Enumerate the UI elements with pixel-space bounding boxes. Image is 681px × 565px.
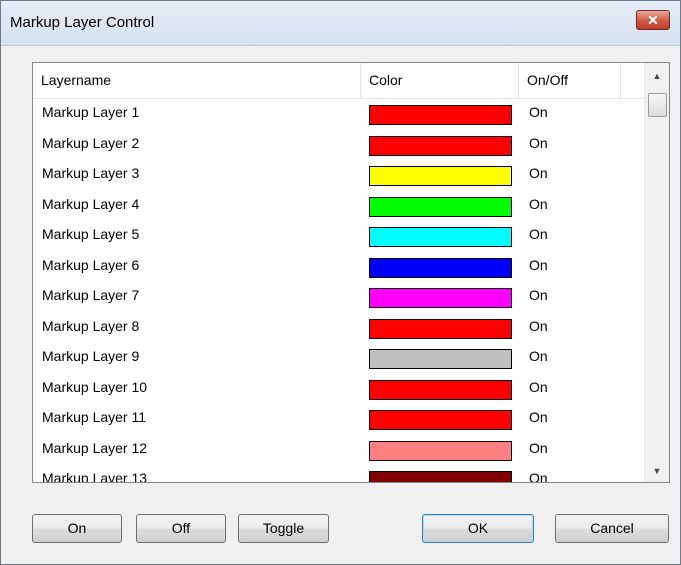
layer-state[interactable]: On [529, 379, 548, 395]
layer-name: Markup Layer 11 [42, 409, 147, 425]
color-swatch[interactable] [369, 227, 512, 247]
color-swatch[interactable] [369, 166, 512, 186]
window-title: Markup Layer Control [10, 14, 155, 31]
layer-state[interactable]: On [529, 226, 548, 242]
table-row[interactable]: Markup Layer 11 On [33, 404, 645, 435]
layer-name: Markup Layer 12 [42, 439, 148, 456]
column-header-onoff[interactable]: On/Off [519, 63, 621, 98]
ok-button[interactable]: OK [422, 514, 534, 543]
layer-state[interactable]: On [529, 287, 548, 303]
on-button[interactable]: On [32, 514, 122, 543]
layer-name: Markup Layer 10 [42, 378, 148, 395]
layer-name: Markup Layer 8 [42, 317, 140, 334]
table-row[interactable]: Markup Layer 12 On [33, 435, 645, 466]
table-row[interactable]: Markup Layer 10 On [33, 374, 645, 405]
layer-state[interactable]: On [529, 318, 548, 334]
table-row[interactable]: Markup Layer 8 On [33, 313, 645, 344]
layer-state[interactable]: On [529, 257, 548, 273]
layer-state[interactable]: On [529, 165, 548, 181]
color-swatch[interactable] [369, 440, 512, 461]
layer-state[interactable]: On [529, 196, 548, 212]
cancel-button[interactable]: Cancel [555, 514, 669, 543]
color-swatch[interactable] [369, 471, 512, 482]
color-swatch[interactable] [369, 135, 512, 156]
close-button[interactable]: ✕ [636, 10, 670, 30]
scroll-thumb[interactable] [648, 93, 667, 117]
layer-state[interactable]: On [529, 440, 548, 456]
color-swatch[interactable] [369, 288, 512, 308]
layer-name: Markup Layer 5 [42, 226, 140, 242]
layer-rows: Markup Layer 1 On Markup Layer 2 On Markup L… [33, 99, 645, 483]
table-row[interactable]: Markup Layer 7 On [33, 282, 645, 313]
color-swatch[interactable] [369, 379, 512, 400]
table-row[interactable]: Markup Layer 3 On [33, 160, 645, 191]
off-button[interactable]: Off [136, 514, 226, 543]
layer-state[interactable]: On [529, 348, 548, 364]
column-header-color[interactable]: Color [361, 63, 519, 98]
color-swatch[interactable] [369, 349, 512, 369]
layer-name: Markup Layer 7 [42, 287, 140, 303]
table-row[interactable]: Markup Layer 5 On [33, 221, 645, 252]
markup-layer-dialog: Markup Layer Control ✕ Layername Color O… [0, 0, 681, 565]
layer-name: Markup Layer 6 [42, 256, 140, 273]
title-bar: Markup Layer Control ✕ [1, 1, 680, 46]
table-row[interactable]: Markup Layer 13 On [33, 465, 645, 483]
scroll-up-icon[interactable]: ▲ [645, 65, 669, 87]
layer-name: Markup Layer 13 [42, 470, 148, 483]
column-header-layername[interactable]: Layername [33, 63, 361, 98]
layer-state[interactable]: On [529, 409, 548, 425]
layer-state[interactable]: On [529, 135, 548, 151]
table-row[interactable]: Markup Layer 2 On [33, 130, 645, 161]
vertical-scrollbar[interactable]: ▲ ▼ [644, 63, 669, 482]
layer-name: Markup Layer 1 [42, 104, 140, 120]
table-row[interactable]: Markup Layer 6 On [33, 252, 645, 283]
color-swatch[interactable] [369, 105, 512, 125]
layer-state[interactable]: On [529, 470, 548, 482]
scroll-down-icon[interactable]: ▼ [645, 460, 669, 482]
color-swatch[interactable] [369, 410, 512, 430]
layer-name: Markup Layer 9 [42, 348, 140, 364]
table-row[interactable]: Markup Layer 9 On [33, 343, 645, 374]
color-swatch[interactable] [369, 196, 512, 217]
table-row[interactable]: Markup Layer 4 On [33, 191, 645, 222]
layer-state[interactable]: On [529, 104, 548, 120]
layer-list[interactable]: Layername Color On/Off Markup Layer 1 On M… [32, 62, 670, 483]
layer-name: Markup Layer 3 [42, 165, 140, 181]
color-swatch[interactable] [369, 318, 512, 339]
close-icon: ✕ [647, 12, 659, 28]
table-row[interactable]: Markup Layer 1 On [33, 99, 645, 130]
color-swatch[interactable] [369, 257, 512, 278]
layer-name: Markup Layer 2 [42, 134, 140, 151]
layer-name: Markup Layer 4 [42, 195, 140, 212]
toggle-button[interactable]: Toggle [238, 514, 329, 543]
list-header: Layername Color On/Off [33, 63, 645, 99]
